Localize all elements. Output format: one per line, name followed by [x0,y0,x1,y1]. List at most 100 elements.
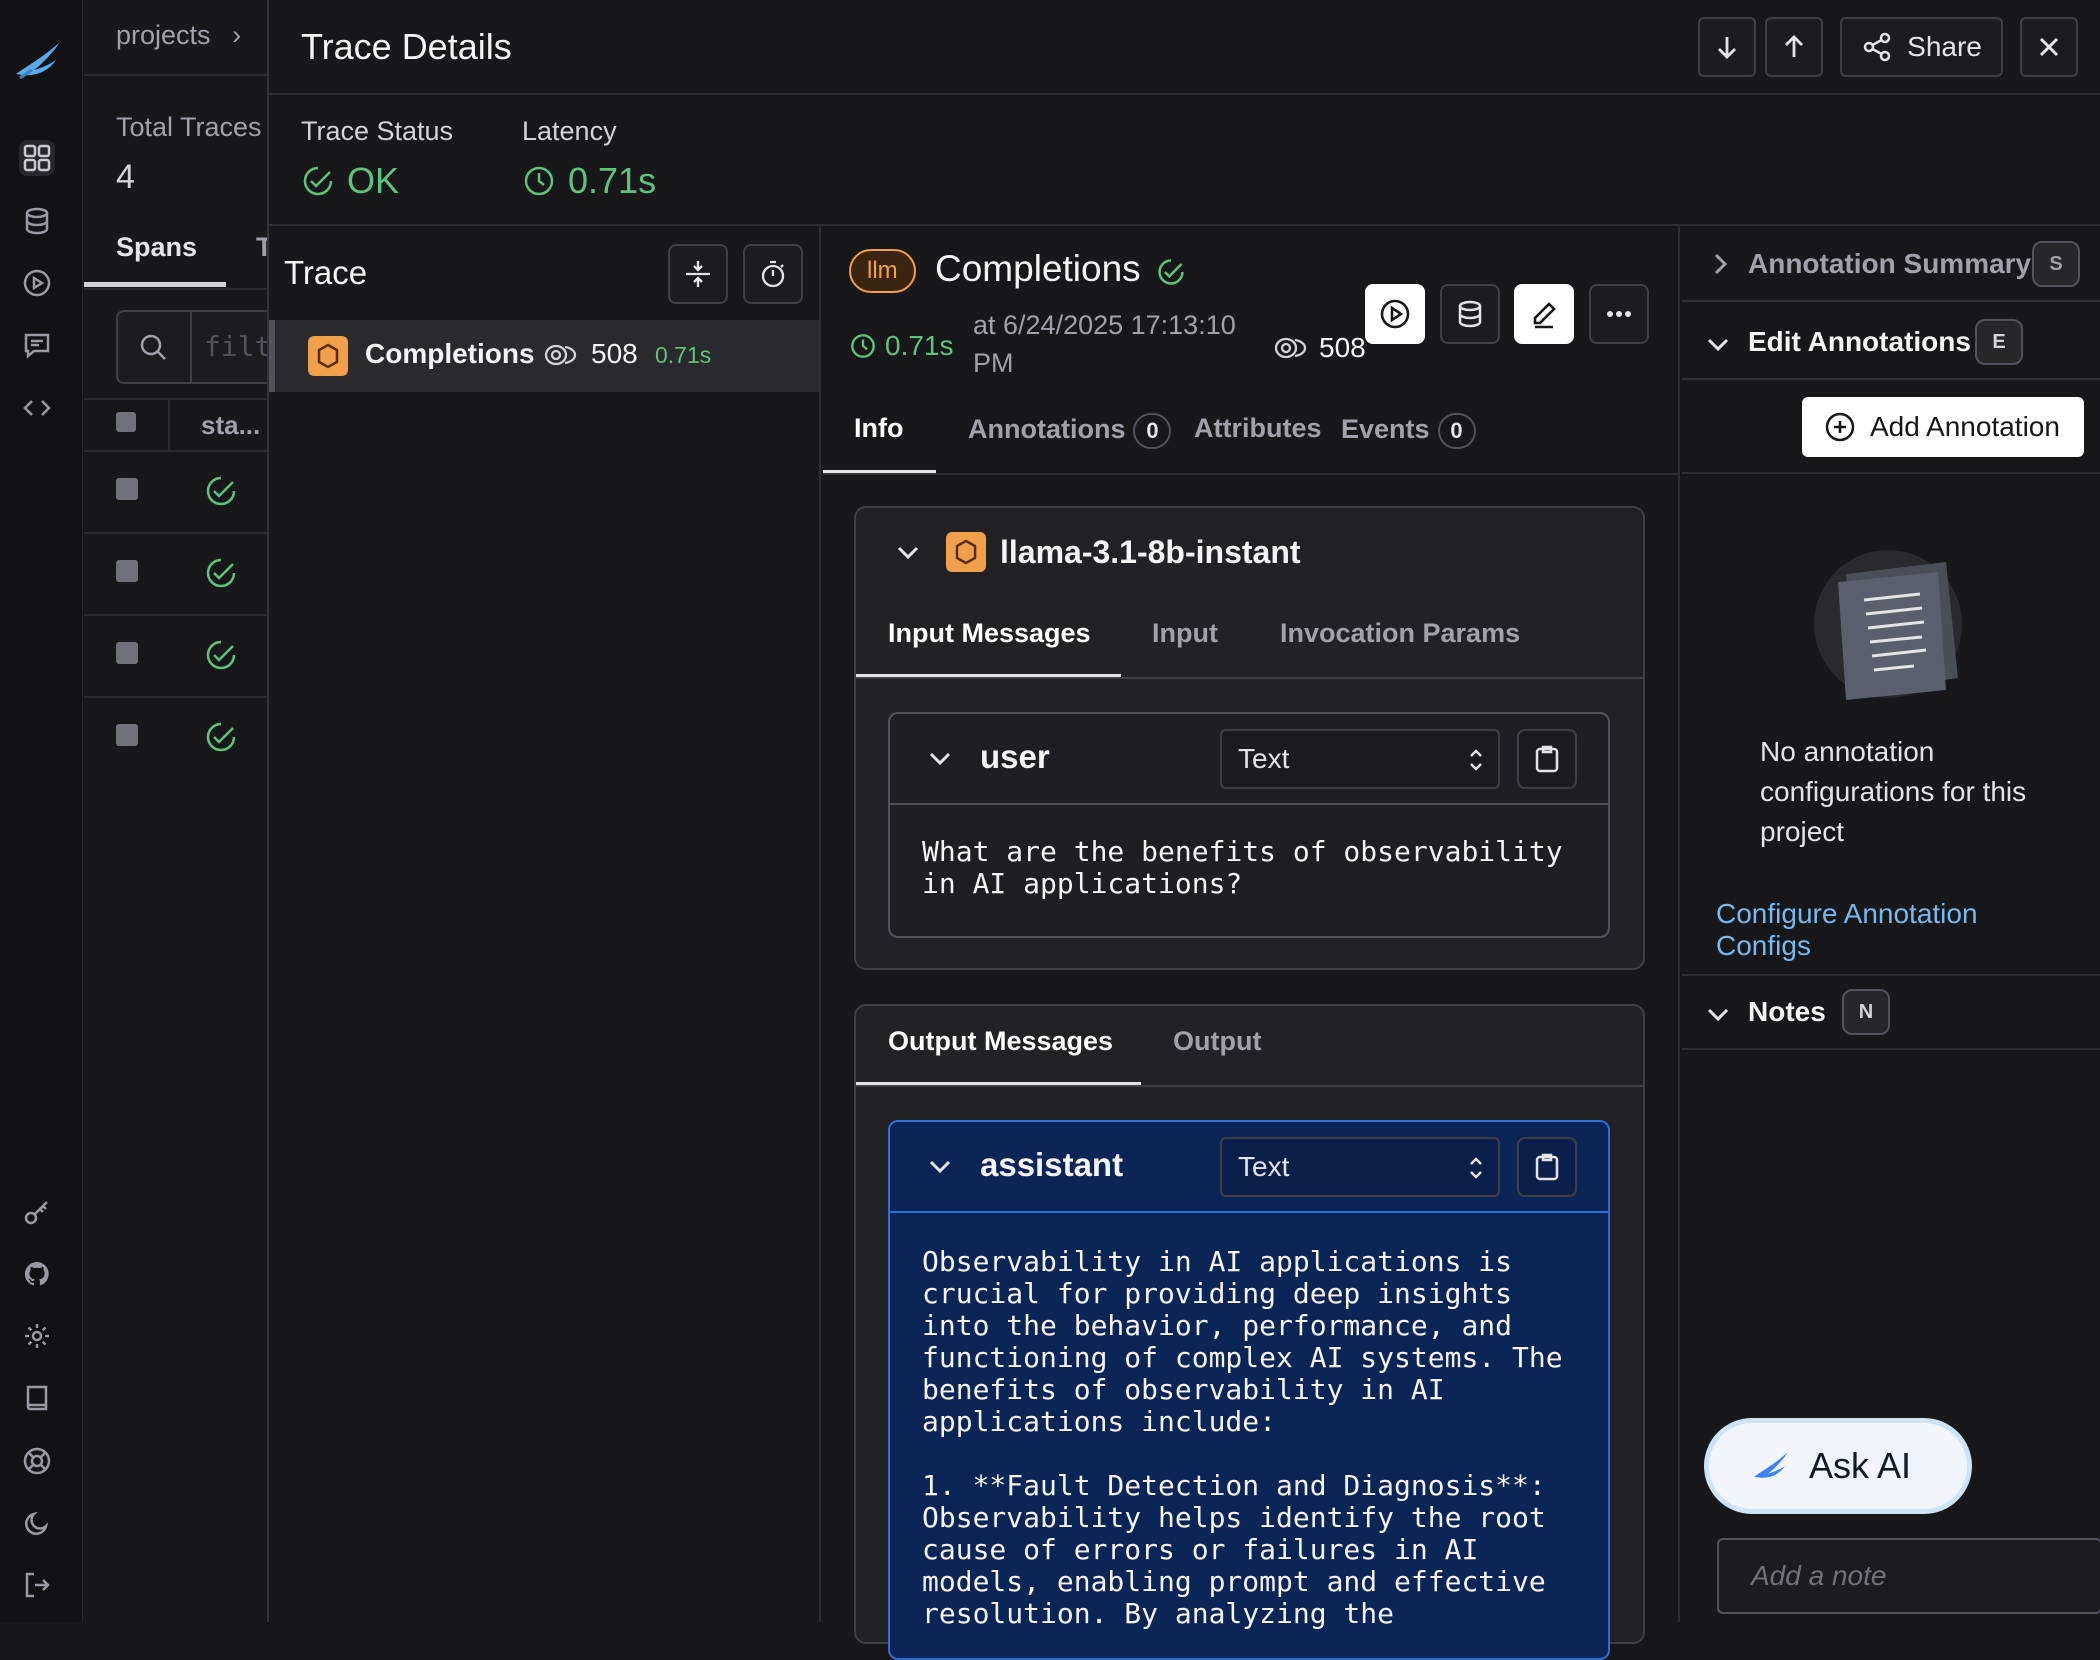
notes-section[interactable]: Notes N [1682,976,2100,1050]
ask-ai-button[interactable]: Ask AI [1704,1418,1972,1514]
message-assistant: assistant Text Observability in AI appli… [888,1120,1610,1660]
stopwatch-icon [761,260,785,288]
edit-annotations-title: Edit Annotations [1748,326,1971,357]
arrow-down-icon [1718,37,1736,59]
latency-value: 0.71s [568,160,657,201]
span-timestamp: at 6/24/2025 17:13:10 PM [973,310,1236,378]
message-format-select[interactable]: Text [1220,729,1500,789]
latency: 0.71s [522,160,656,202]
message-role: user [980,738,1050,775]
total-traces-label: Total Traces [116,112,262,142]
note-input[interactable]: Add a note [1717,1538,2100,1614]
tab-attributes[interactable]: Attributes [1194,413,1322,444]
collapse-all-button[interactable] [668,244,728,304]
row-checkbox[interactable] [116,560,138,582]
copy-button[interactable] [1517,1137,1577,1197]
breadcrumb-projects[interactable]: projects [116,20,211,50]
select-all-checkbox[interactable] [116,412,136,432]
chevron-down-icon[interactable] [894,538,922,566]
check-circle-icon [1156,257,1186,287]
add-annotation-button[interactable]: Add Annotation [1802,397,2084,457]
shortcut-key-e: E [1975,319,2023,365]
divider [84,288,269,290]
trace-status: OK [301,160,399,202]
annotation-summary-title: Annotation Summary [1748,248,2032,279]
table-row[interactable] [84,452,269,534]
divider [84,398,269,400]
select-chevrons-icon [1470,749,1482,771]
column-header-status[interactable]: sta... [201,410,260,441]
breadcrumb[interactable]: projects › [116,20,241,51]
span-tree-item[interactable]: Completions 508 0.71s [269,320,819,392]
more-actions-button[interactable] [1589,284,1649,344]
support-icon[interactable] [19,1443,55,1479]
shortcut-key-n: N [1842,989,1890,1035]
message-format-select[interactable]: Text [1220,1137,1500,1197]
add-annotation-label: Add Annotation [1870,411,2060,442]
message-content: Observability in AI applications is cruc… [922,1245,1563,1630]
table-row[interactable] [84,698,269,780]
tab-spans[interactable]: Spans [116,232,197,263]
share-button[interactable]: Share [1840,17,2003,77]
edit-annotations-section[interactable]: Edit Annotations E [1682,304,2100,380]
table-row[interactable] [84,616,269,698]
chevron-down-icon[interactable] [926,1152,954,1180]
chevron-down-icon[interactable] [926,744,954,772]
annotate-button[interactable] [1514,284,1574,344]
table-row[interactable] [84,534,269,616]
filter-input[interactable]: filt [116,310,269,384]
settings-icon[interactable] [19,1318,55,1354]
phoenix-logo-icon[interactable] [10,32,66,88]
model-name: llama-3.1-8b-instant [1000,534,1301,570]
note-placeholder: Add a note [1751,1560,1887,1591]
divider [168,400,170,450]
tab-events[interactable]: Events 0 [1341,413,1476,449]
playground-icon[interactable] [19,265,55,301]
prompts-icon[interactable] [19,327,55,363]
trace-status-value: OK [347,160,400,201]
logout-icon[interactable] [19,1567,55,1603]
trace-tree-title: Trace [284,254,368,291]
trace-details-drawer: Trace Details Share Trace Status OK Late… [267,0,2100,1660]
empty-state-text: No annotation configurations for this pr… [1760,736,2027,847]
check-circle-icon [303,166,333,196]
theme-icon[interactable] [19,1505,55,1541]
row-checkbox[interactable] [116,724,138,746]
tab-input-messages[interactable]: Input Messages [888,618,1091,649]
row-checkbox[interactable] [116,642,138,664]
divider [1682,472,2100,474]
timing-toggle-button[interactable] [743,244,803,304]
tab-info[interactable]: Info [854,413,903,444]
code-icon[interactable] [19,390,55,426]
tab-attributes-label: Attributes [1194,413,1322,443]
github-icon[interactable] [19,1256,55,1292]
docs-icon[interactable] [19,1380,55,1416]
tab-invocation-params[interactable]: Invocation Params [1280,618,1520,649]
status-ok-icon [204,720,238,754]
add-to-dataset-button[interactable] [1440,284,1500,344]
key-icon[interactable] [19,1194,55,1230]
ask-ai-label: Ask AI [1809,1445,1912,1486]
tab-input[interactable]: Input [1152,618,1218,649]
configure-annotation-configs-link[interactable]: Configure Annotation Configs [1716,898,2046,962]
divider [890,1211,1608,1213]
tab-output-messages[interactable]: Output Messages [888,1026,1113,1057]
next-trace-button[interactable] [1698,17,1756,77]
datasets-icon[interactable] [19,203,55,239]
message-format-value: Text [1238,1151,1290,1182]
span-token-value: 508 [1319,332,1366,363]
trace-tree-pane: Trace Completions 508 0.71s [269,226,821,1622]
projects-icon[interactable] [19,140,55,176]
chevron-right-icon [1708,250,1732,278]
annotation-summary-section[interactable]: Annotation Summary S [1682,226,2100,302]
tab-annotations[interactable]: Annotations 0 [968,413,1172,449]
close-button[interactable] [2020,17,2078,77]
replay-in-playground-button[interactable] [1365,284,1425,344]
status-ok-icon [204,556,238,590]
row-checkbox[interactable] [116,478,138,500]
clock-icon [851,334,875,358]
previous-trace-button[interactable] [1765,17,1823,77]
clipboard-icon [1535,1153,1559,1181]
tab-output[interactable]: Output [1173,1026,1261,1057]
copy-button[interactable] [1517,729,1577,789]
